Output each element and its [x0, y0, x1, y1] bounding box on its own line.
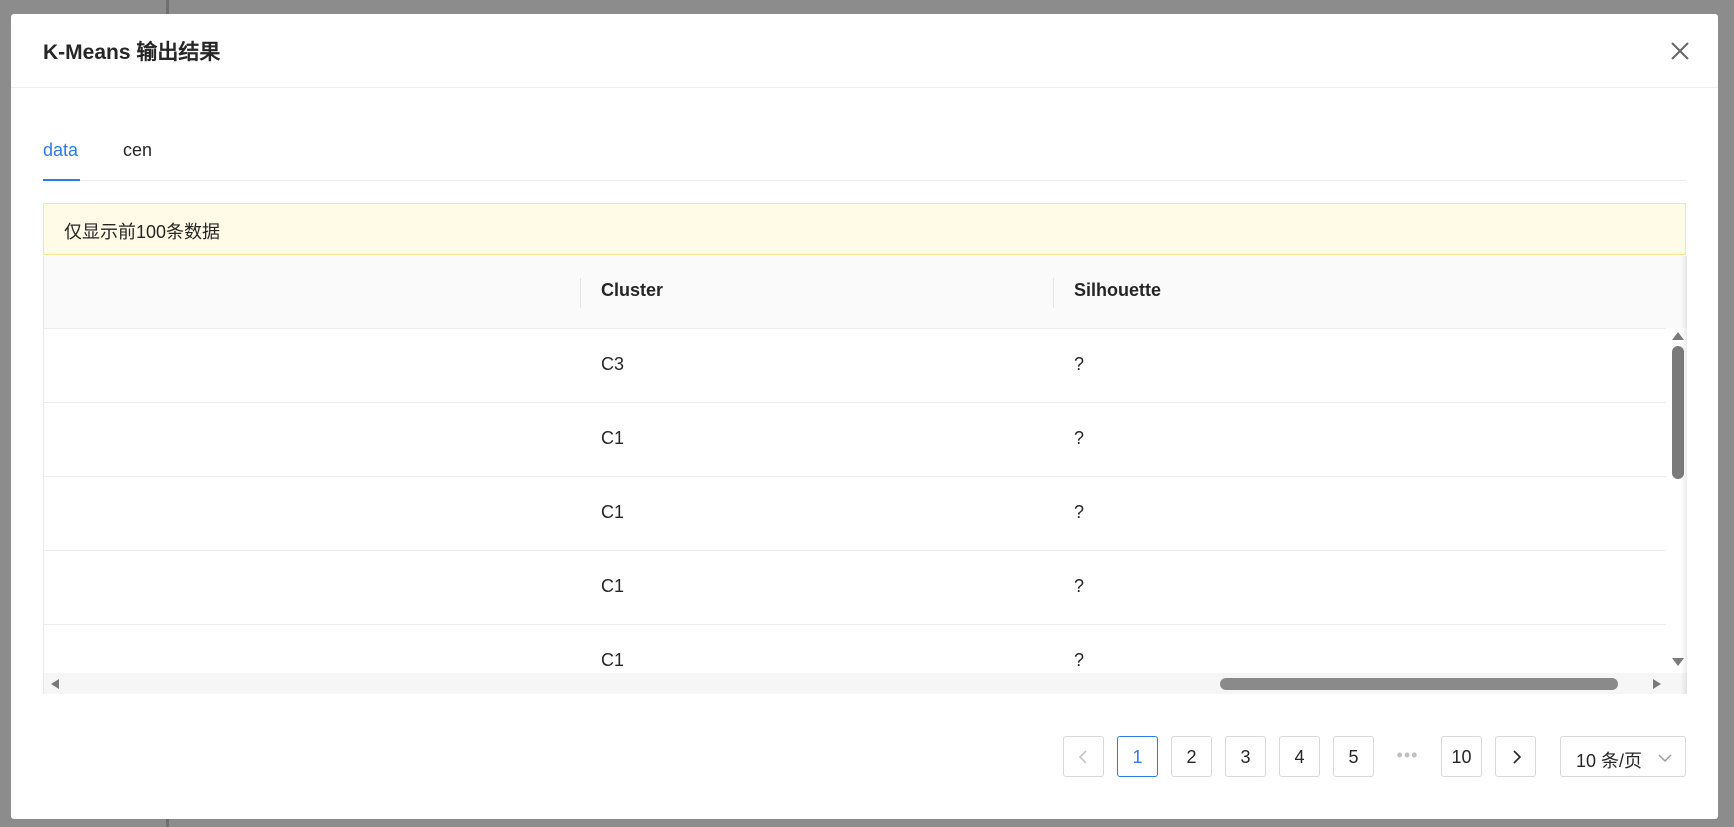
cell-silhouette: ? [1074, 502, 1085, 522]
modal-title: K-Means 输出结果 [43, 41, 221, 64]
page-button-3[interactable]: 3 [1225, 736, 1266, 777]
results-table: Cluster Silhouette C3 ? C1 ? C1 ? C1 ? C… [43, 256, 1687, 694]
cell-cluster: C1 [601, 576, 625, 596]
horizontal-scrollbar[interactable] [44, 673, 1687, 694]
cell-silhouette: ? [1074, 428, 1085, 448]
page-button-10[interactable]: 10 [1441, 736, 1482, 777]
page-button-2[interactable]: 2 [1171, 736, 1212, 777]
page-button-4[interactable]: 4 [1279, 736, 1320, 777]
close-icon [1671, 42, 1689, 60]
cell-cluster: C1 [601, 502, 625, 522]
kmeans-result-modal: K-Means 输出结果 data cen 仅显示前100条数据 Cluster… [11, 14, 1718, 819]
column-header-cluster[interactable]: Cluster [601, 280, 663, 301]
cell-cluster: C1 [601, 650, 625, 670]
page-button-1[interactable]: 1 [1117, 736, 1158, 777]
table-row[interactable]: C1 ? [44, 477, 1666, 551]
table-row[interactable]: C1 ? [44, 403, 1666, 477]
cell-silhouette: ? [1074, 354, 1085, 374]
active-tab-indicator [43, 179, 80, 181]
scroll-left-arrow-icon[interactable] [50, 678, 60, 690]
modal-header: K-Means 输出结果 [11, 14, 1718, 88]
page-button-5[interactable]: 5 [1333, 736, 1374, 777]
cell-cluster: C1 [601, 428, 625, 448]
cell-silhouette: ? [1074, 650, 1085, 670]
next-page-button[interactable] [1495, 736, 1536, 777]
horizontal-scroll-thumb[interactable] [1220, 678, 1618, 690]
cell-silhouette: ? [1074, 576, 1085, 596]
alert-text: 仅显示前100条数据 [64, 222, 221, 242]
tab-bar: data cen [43, 126, 1686, 181]
column-header-silhouette[interactable]: Silhouette [1074, 280, 1161, 301]
table-header: Cluster Silhouette [44, 256, 1687, 329]
page-size-value: 10 条/页 [1576, 751, 1643, 771]
chevron-down-icon [1658, 754, 1672, 762]
close-button[interactable] [1666, 37, 1694, 65]
page-size-select[interactable]: 10 条/页 [1560, 736, 1686, 777]
tab-cen[interactable]: cen [123, 140, 152, 161]
prev-page-button[interactable] [1063, 736, 1104, 777]
scroll-right-arrow-icon[interactable] [1652, 678, 1662, 690]
chevron-right-icon [1512, 750, 1521, 764]
tab-data[interactable]: data [43, 140, 78, 161]
column-divider [1053, 278, 1054, 308]
cell-cluster: C3 [601, 354, 625, 374]
info-alert: 仅显示前100条数据 [43, 203, 1686, 255]
table-row[interactable]: C1 ? [44, 551, 1666, 625]
table-row[interactable]: C3 ? [44, 329, 1666, 403]
fixed-column-shadow [1681, 256, 1687, 694]
jump-next-ellipsis[interactable]: ••• [1387, 736, 1428, 777]
chevron-left-icon [1078, 750, 1087, 764]
column-divider [580, 278, 581, 308]
